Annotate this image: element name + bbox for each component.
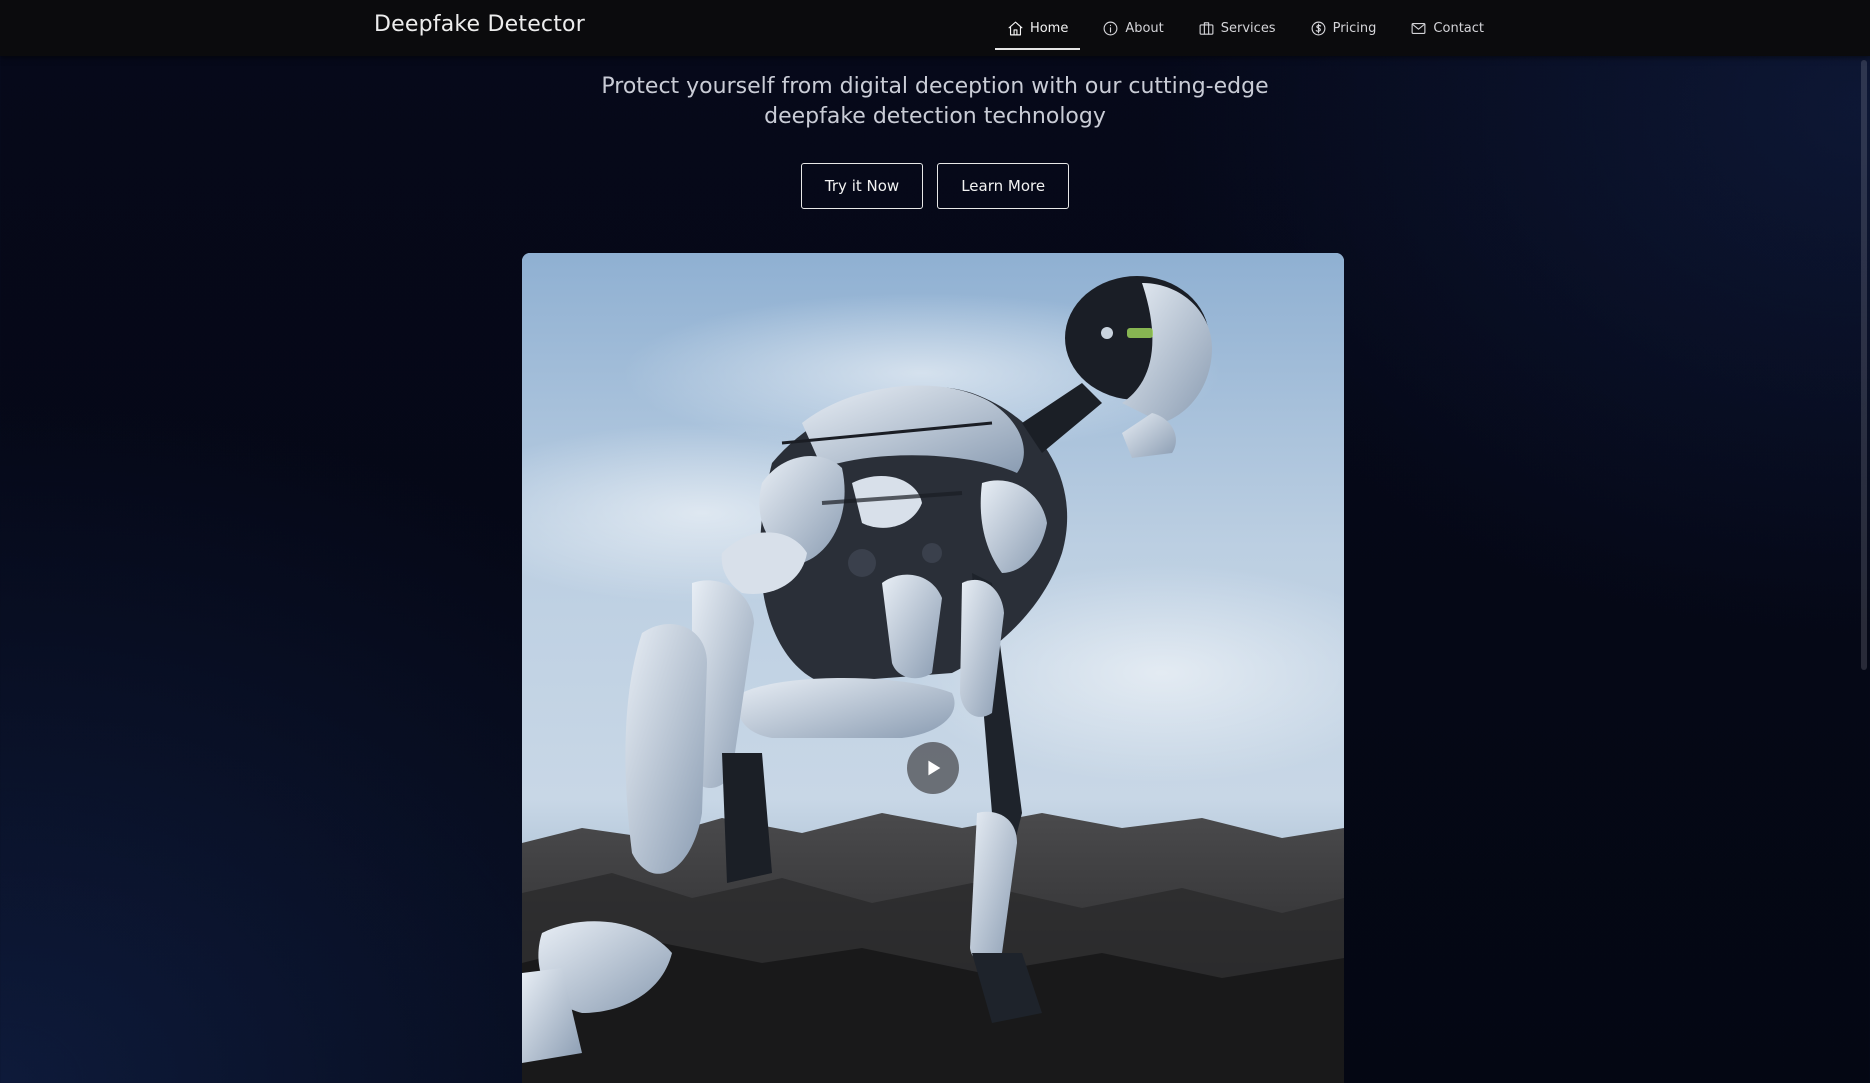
nav-item-services[interactable]: Services	[1186, 8, 1288, 48]
mail-icon	[1411, 22, 1426, 34]
nav-item-label: Contact	[1433, 20, 1484, 36]
hero-subtitle: Protect yourself from digital deception …	[535, 72, 1335, 132]
try-it-now-button[interactable]: Try it Now	[800, 163, 924, 209]
learn-more-button[interactable]: Learn More	[937, 163, 1070, 209]
dollar-circle-icon	[1311, 21, 1326, 35]
nav-item-label: About	[1125, 20, 1164, 36]
home-icon	[1008, 21, 1023, 35]
play-button[interactable]	[907, 742, 959, 794]
hero-subtitle-line-2: deepfake detection technology	[764, 104, 1106, 129]
briefcase-icon	[1199, 21, 1214, 35]
hero-video[interactable]	[522, 253, 1344, 1083]
nav-menu: Home About Services Pricing Contact	[991, 0, 1500, 56]
nav-item-label: Pricing	[1332, 20, 1377, 36]
nav-item-home[interactable]: Home	[994, 8, 1081, 50]
nav-item-label: Services	[1220, 20, 1276, 36]
nav-item-pricing[interactable]: Pricing	[1298, 8, 1389, 48]
hero-subtitle-line-1: Protect yourself from digital deception …	[601, 74, 1269, 99]
nav-item-contact[interactable]: Contact	[1398, 8, 1496, 48]
play-icon	[928, 760, 941, 776]
nav-item-about[interactable]: About	[1090, 8, 1175, 48]
info-icon	[1103, 21, 1118, 35]
navbar: Deepfake Detector Home About Services Pr…	[0, 0, 1870, 56]
nav-item-label: Home	[1029, 20, 1069, 36]
hero-buttons: Try it Now Learn More	[0, 163, 1870, 209]
page-scrollbar[interactable]	[1861, 60, 1867, 670]
brand-logo[interactable]: Deepfake Detector	[374, 12, 585, 37]
robot-video-thumbnail	[522, 253, 1344, 1083]
